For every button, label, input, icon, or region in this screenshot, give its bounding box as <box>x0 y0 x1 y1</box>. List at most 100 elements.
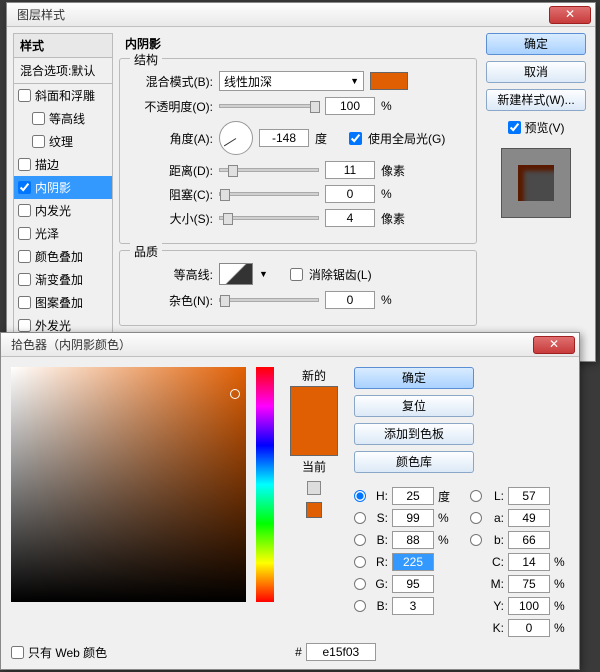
a-radio[interactable] <box>470 512 482 524</box>
warning-swatch[interactable] <box>306 502 322 518</box>
distance-slider[interactable] <box>219 168 319 172</box>
ok-button[interactable]: 确定 <box>486 33 586 55</box>
picker-reset-button[interactable]: 复位 <box>354 395 474 417</box>
b-input[interactable]: 88 <box>392 531 434 549</box>
style-item-1[interactable]: 等高线 <box>14 107 112 130</box>
noise-slider[interactable] <box>219 298 319 302</box>
styles-header[interactable]: 样式 <box>13 33 113 58</box>
noise-label: 杂色(N): <box>128 292 213 309</box>
h-radio[interactable] <box>354 490 366 502</box>
add-swatch-button[interactable]: 添加到色板 <box>354 423 474 445</box>
close-icon[interactable]: ✕ <box>549 6 591 24</box>
quality-group: 品质 等高线: ▼ 消除锯齿(L) 杂色(N): 0 % <box>119 250 477 326</box>
saturation-value-field[interactable] <box>11 367 246 602</box>
style-item-5[interactable]: 内发光 <box>14 199 112 222</box>
new-current-swatch[interactable] <box>290 386 338 456</box>
m-unit: % <box>554 577 568 591</box>
c-input[interactable]: 14 <box>508 553 550 571</box>
a-input[interactable]: 49 <box>508 509 550 527</box>
b-label: B: <box>370 533 388 547</box>
r-input[interactable]: 225 <box>392 553 434 571</box>
l-radio[interactable] <box>470 490 482 502</box>
web-only-row: 只有 Web 颜色 # e15f03 <box>11 643 376 661</box>
m-input[interactable]: 75 <box>508 575 550 593</box>
preview-checkbox[interactable] <box>508 121 521 134</box>
style-checkbox[interactable] <box>18 158 31 171</box>
s-input[interactable]: 99 <box>392 509 434 527</box>
blend-mode-dropdown[interactable]: 线性加深 ▼ <box>219 71 364 91</box>
close-icon[interactable]: ✕ <box>533 336 575 354</box>
color-libs-button[interactable]: 颜色库 <box>354 451 474 473</box>
picker-ok-button[interactable]: 确定 <box>354 367 474 389</box>
lb-input[interactable]: 66 <box>508 531 550 549</box>
choke-slider[interactable] <box>219 192 319 196</box>
global-light-checkbox[interactable] <box>349 132 362 145</box>
style-item-4[interactable]: 内阴影 <box>14 176 112 199</box>
style-checkbox[interactable] <box>18 296 31 309</box>
style-checkbox[interactable] <box>18 227 31 240</box>
m-label: M: <box>486 577 504 591</box>
style-item-7[interactable]: 颜色叠加 <box>14 245 112 268</box>
opacity-input[interactable]: 100 <box>325 97 375 115</box>
web-only-checkbox[interactable] <box>11 646 24 659</box>
hue-slider[interactable] <box>256 367 274 602</box>
r-radio[interactable] <box>354 556 366 568</box>
bb-input[interactable]: 3 <box>392 597 434 615</box>
size-slider[interactable] <box>219 216 319 220</box>
chevron-down-icon[interactable]: ▼ <box>259 269 268 279</box>
c-unit: % <box>554 555 568 569</box>
style-item-0[interactable]: 斜面和浮雕 <box>14 84 112 107</box>
hex-input[interactable]: e15f03 <box>306 643 376 661</box>
style-item-3[interactable]: 描边 <box>14 153 112 176</box>
styles-column: 样式 混合选项:默认 斜面和浮雕等高线纹理描边内阴影内发光光泽颜色叠加渐变叠加图… <box>13 33 113 361</box>
opacity-slider[interactable] <box>219 104 319 108</box>
style-checkbox[interactable] <box>18 204 31 217</box>
style-checkbox[interactable] <box>18 181 31 194</box>
new-style-button[interactable]: 新建样式(W)... <box>486 89 586 111</box>
new-label: 新的 <box>284 367 344 384</box>
style-checkbox[interactable] <box>32 112 45 125</box>
distance-unit: 像素 <box>381 162 409 179</box>
c-label: C: <box>486 555 504 569</box>
contour-picker[interactable] <box>219 263 253 285</box>
y-input[interactable]: 100 <box>508 597 550 615</box>
style-item-6[interactable]: 光泽 <box>14 222 112 245</box>
antialias-checkbox[interactable] <box>290 268 303 281</box>
angle-wheel[interactable] <box>219 121 253 155</box>
g-radio[interactable] <box>354 578 366 590</box>
style-checkbox[interactable] <box>18 89 31 102</box>
style-label: 描边 <box>35 156 59 173</box>
k-input[interactable]: 0 <box>508 619 550 637</box>
bb-radio[interactable] <box>354 600 366 612</box>
style-checkbox[interactable] <box>18 250 31 263</box>
l-input[interactable]: 57 <box>508 487 550 505</box>
style-label: 等高线 <box>49 110 85 127</box>
style-checkbox[interactable] <box>18 319 31 332</box>
b-radio[interactable] <box>354 534 366 546</box>
lb-radio[interactable] <box>470 534 482 546</box>
noise-input[interactable]: 0 <box>325 291 375 309</box>
style-item-2[interactable]: 纹理 <box>14 130 112 153</box>
style-checkbox[interactable] <box>18 273 31 286</box>
g-input[interactable]: 95 <box>392 575 434 593</box>
h-input[interactable]: 25 <box>392 487 434 505</box>
blending-default[interactable]: 混合选项:默认 <box>13 58 113 84</box>
s-radio[interactable] <box>354 512 366 524</box>
distance-input[interactable]: 11 <box>325 161 375 179</box>
cube-icon[interactable] <box>307 481 321 495</box>
opacity-unit: % <box>381 99 409 113</box>
bb-label: B: <box>370 599 388 613</box>
layer-style-titlebar[interactable]: 图层样式 ✕ <box>7 3 595 27</box>
picker-titlebar[interactable]: 拾色器（内阴影颜色） ✕ <box>1 333 579 357</box>
cancel-button[interactable]: 取消 <box>486 61 586 83</box>
style-label: 图案叠加 <box>35 294 83 311</box>
g-label: G: <box>370 577 388 591</box>
style-item-9[interactable]: 图案叠加 <box>14 291 112 314</box>
shadow-color-swatch[interactable] <box>370 72 408 90</box>
size-input[interactable]: 4 <box>325 209 375 227</box>
color-fields: H:25度 S:99% B:88% R:225 G:95 B:3 L:57 a:… <box>354 487 568 637</box>
style-checkbox[interactable] <box>32 135 45 148</box>
choke-input[interactable]: 0 <box>325 185 375 203</box>
style-item-8[interactable]: 渐变叠加 <box>14 268 112 291</box>
angle-input[interactable]: -148 <box>259 129 309 147</box>
